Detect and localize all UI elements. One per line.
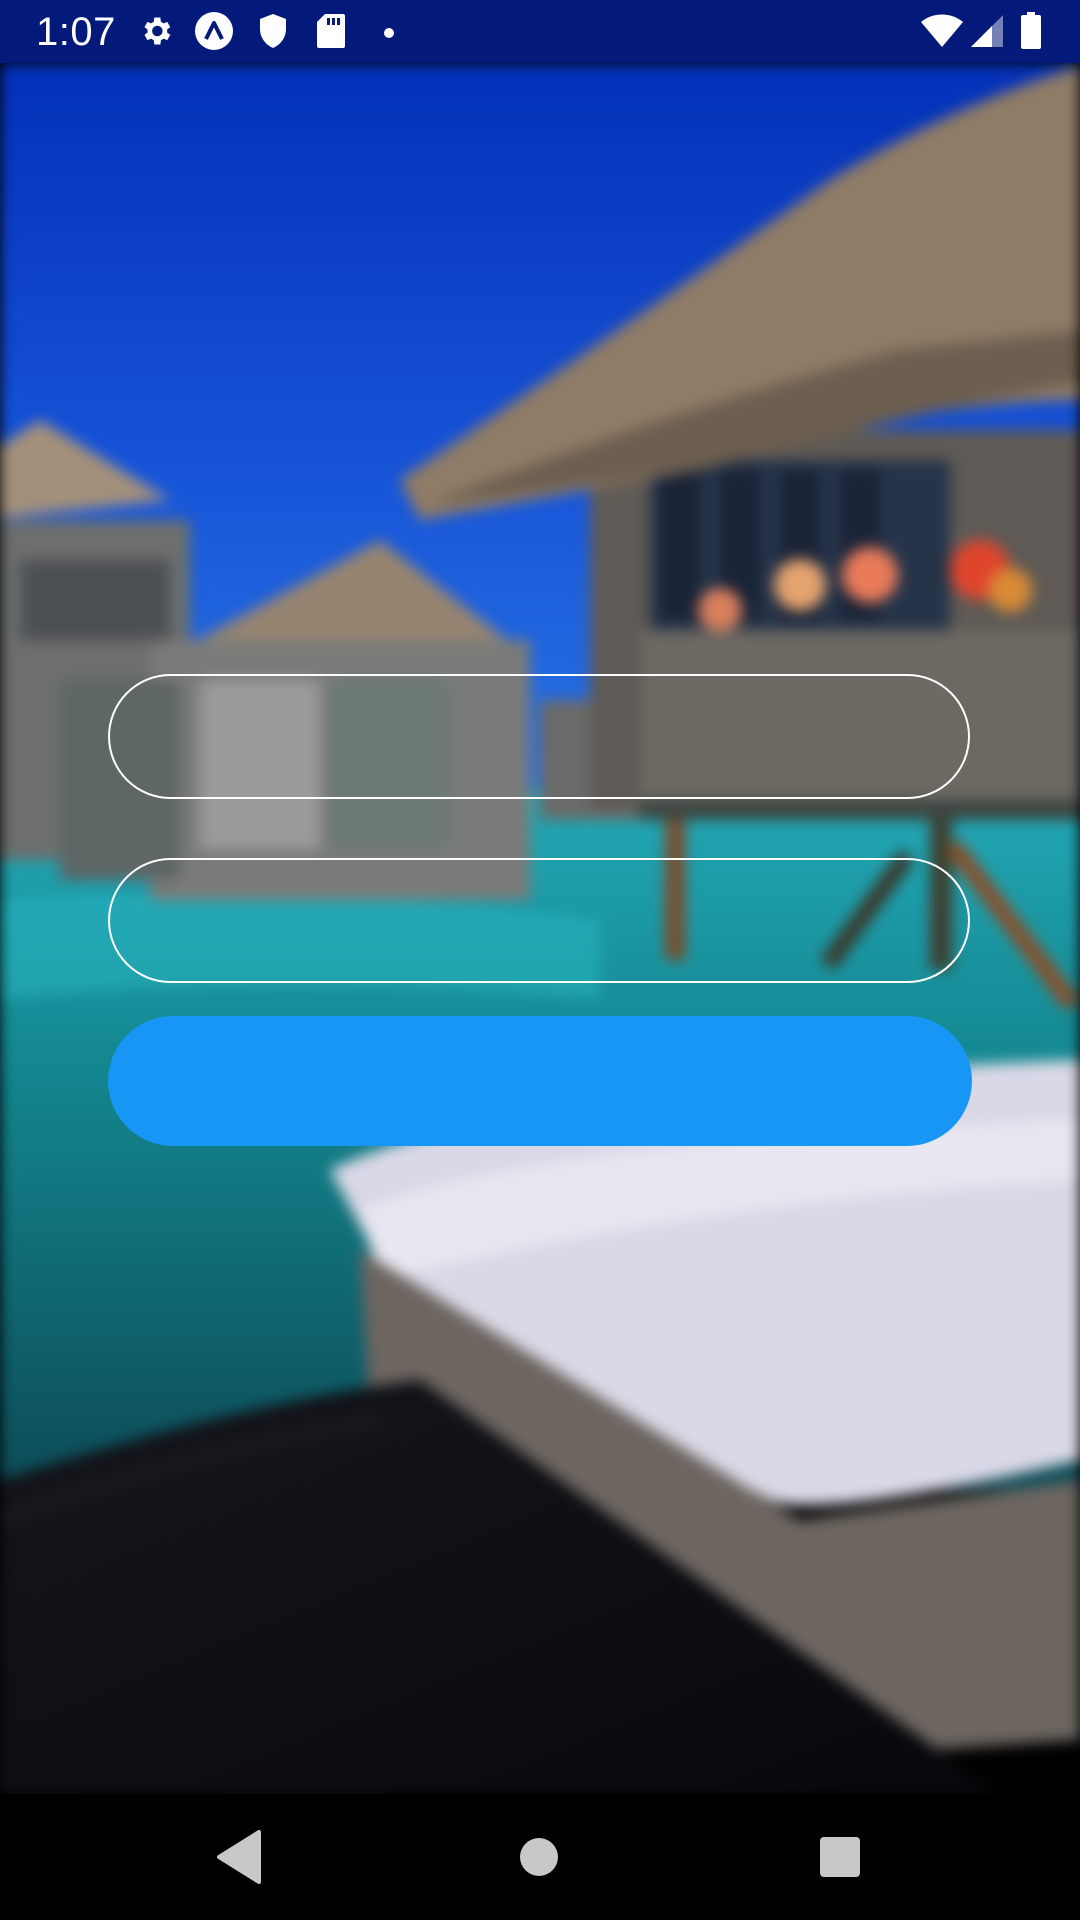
password-input[interactable] xyxy=(110,860,968,981)
password-field[interactable] xyxy=(108,858,970,983)
dot-icon xyxy=(383,26,395,44)
signal-icon xyxy=(970,14,1004,53)
shield-icon xyxy=(258,13,288,54)
username-field[interactable] xyxy=(108,674,970,799)
navigation-bar xyxy=(0,1794,1080,1920)
battery-icon xyxy=(1020,12,1042,55)
sd-card-icon xyxy=(316,13,346,54)
status-time: 1:07 xyxy=(36,10,116,54)
status-bar: 1:07 xyxy=(0,0,1080,63)
login-button[interactable] xyxy=(108,1016,972,1146)
wifi-icon xyxy=(920,14,964,53)
username-input[interactable] xyxy=(110,676,968,797)
gear-icon xyxy=(138,13,174,54)
back-icon[interactable] xyxy=(205,1824,271,1890)
home-icon[interactable] xyxy=(506,1824,572,1890)
app-logo-icon xyxy=(194,11,234,56)
recents-icon[interactable] xyxy=(807,1824,873,1890)
